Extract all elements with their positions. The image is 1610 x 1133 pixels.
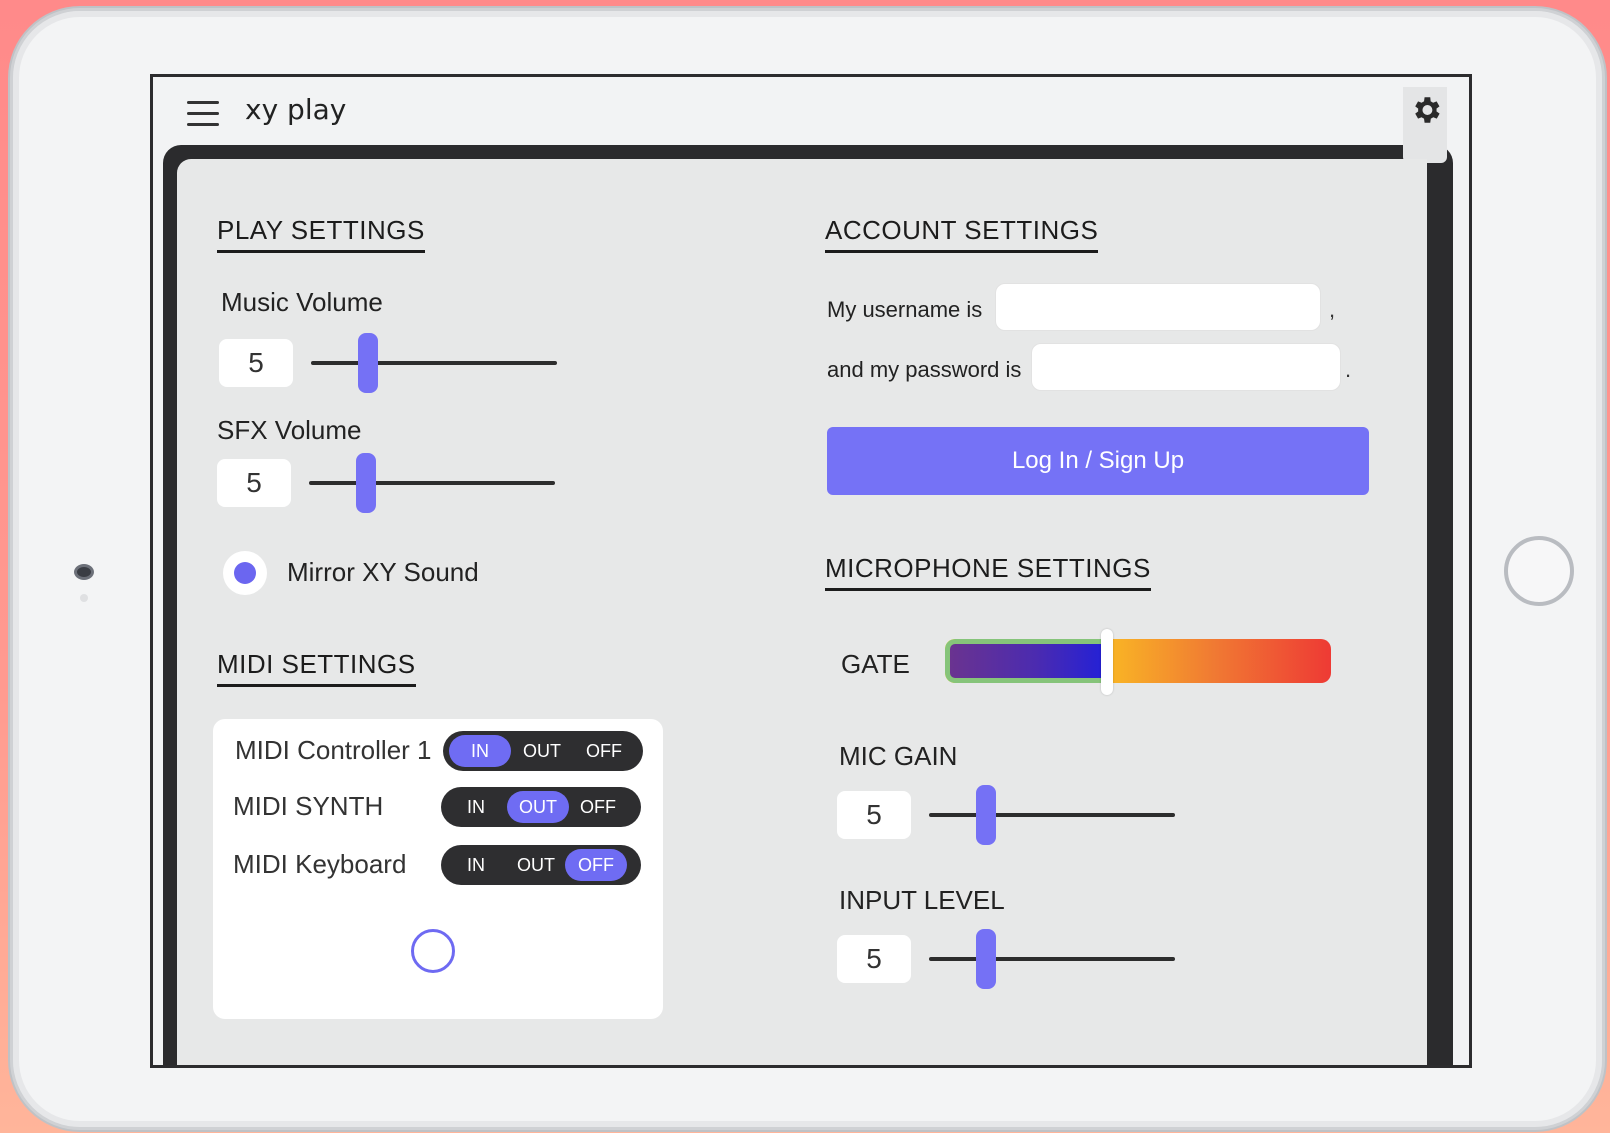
music-volume-slider[interactable] bbox=[311, 333, 557, 393]
slider-track bbox=[309, 481, 555, 485]
camera-sensor bbox=[80, 594, 88, 602]
password-input[interactable] bbox=[1031, 343, 1341, 391]
front-camera bbox=[74, 564, 94, 580]
music-volume-label: Music Volume bbox=[221, 287, 383, 317]
sfx-volume-value[interactable]: 5 bbox=[217, 459, 291, 507]
password-period: . bbox=[1345, 357, 1352, 382]
gear-icon[interactable] bbox=[1409, 93, 1443, 127]
slider-thumb[interactable] bbox=[355, 453, 376, 513]
sfx-volume-slider[interactable] bbox=[309, 453, 555, 513]
home-button[interactable] bbox=[1504, 536, 1574, 606]
midi-controller-1-toggle[interactable]: IN OUT OFF bbox=[443, 731, 643, 771]
midi-devices-card: MIDI Controller 1 IN OUT OFF MIDI SYNTH … bbox=[213, 719, 663, 1019]
midi-device-label: MIDI Controller 1 bbox=[235, 735, 432, 765]
username-input[interactable] bbox=[995, 283, 1321, 331]
gate-meter[interactable] bbox=[945, 639, 1331, 683]
mic-gain-value[interactable]: 5 bbox=[837, 791, 911, 839]
toggle-option-off[interactable]: OFF bbox=[565, 849, 627, 881]
username-comma: , bbox=[1329, 297, 1336, 322]
toggle-option-out[interactable]: OUT bbox=[505, 849, 567, 881]
slider-thumb[interactable] bbox=[975, 929, 996, 989]
slider-thumb[interactable] bbox=[975, 785, 996, 845]
app-title: xy play bbox=[245, 93, 347, 126]
slider-thumb[interactable] bbox=[357, 333, 378, 393]
toggle-option-out[interactable]: OUT bbox=[507, 791, 569, 823]
midi-settings-title: MIDI SETTINGS bbox=[217, 649, 416, 687]
login-signup-button[interactable]: Log In / Sign Up bbox=[827, 427, 1369, 495]
toggle-option-in[interactable]: IN bbox=[445, 849, 507, 881]
radio-selected-dot bbox=[234, 562, 256, 584]
play-settings-title: PLAY SETTINGS bbox=[217, 215, 425, 253]
input-level-label: INPUT LEVEL bbox=[839, 885, 1005, 915]
slider-track bbox=[311, 361, 557, 365]
mic-gain-label: MIC GAIN bbox=[839, 741, 958, 771]
mirror-xy-sound-label: Mirror XY Sound bbox=[287, 557, 479, 587]
settings-panel: PLAY SETTINGS Music Volume 5 SFX Volume … bbox=[177, 159, 1427, 1065]
midi-synth-toggle[interactable]: IN OUT OFF bbox=[441, 787, 641, 827]
top-bar: xy play bbox=[153, 77, 1469, 145]
toggle-option-out[interactable]: OUT bbox=[511, 735, 573, 767]
toggle-option-off[interactable]: OFF bbox=[573, 735, 635, 767]
gate-meter-fill bbox=[945, 639, 1108, 683]
loading-spinner-icon bbox=[411, 929, 455, 973]
sfx-volume-label: SFX Volume bbox=[217, 415, 362, 445]
gate-label: GATE bbox=[841, 649, 910, 679]
input-level-value[interactable]: 5 bbox=[837, 935, 911, 983]
input-level-slider[interactable] bbox=[929, 929, 1175, 989]
username-prompt: My username is bbox=[827, 297, 983, 322]
slider-track bbox=[929, 813, 1175, 817]
account-settings-title: ACCOUNT SETTINGS bbox=[825, 215, 1099, 253]
midi-keyboard-toggle[interactable]: IN OUT OFF bbox=[441, 845, 641, 885]
toggle-option-off[interactable]: OFF bbox=[567, 791, 629, 823]
gate-threshold-handle[interactable] bbox=[1101, 629, 1114, 695]
slider-track bbox=[929, 957, 1175, 961]
music-volume-value[interactable]: 5 bbox=[219, 339, 293, 387]
midi-device-label: MIDI SYNTH bbox=[233, 791, 384, 821]
password-prompt: and my password is bbox=[827, 357, 1022, 382]
microphone-settings-title: MICROPHONE SETTINGS bbox=[825, 553, 1151, 591]
mic-gain-slider[interactable] bbox=[929, 785, 1175, 845]
mirror-xy-sound-radio[interactable] bbox=[223, 551, 267, 595]
hamburger-menu-icon[interactable] bbox=[187, 101, 219, 126]
toggle-option-in[interactable]: IN bbox=[449, 735, 511, 767]
app-screen: xy play PLAY SETTINGS Music Volume 5 SFX… bbox=[150, 74, 1472, 1068]
midi-device-label: MIDI Keyboard bbox=[233, 849, 407, 879]
toggle-option-in[interactable]: IN bbox=[445, 791, 507, 823]
